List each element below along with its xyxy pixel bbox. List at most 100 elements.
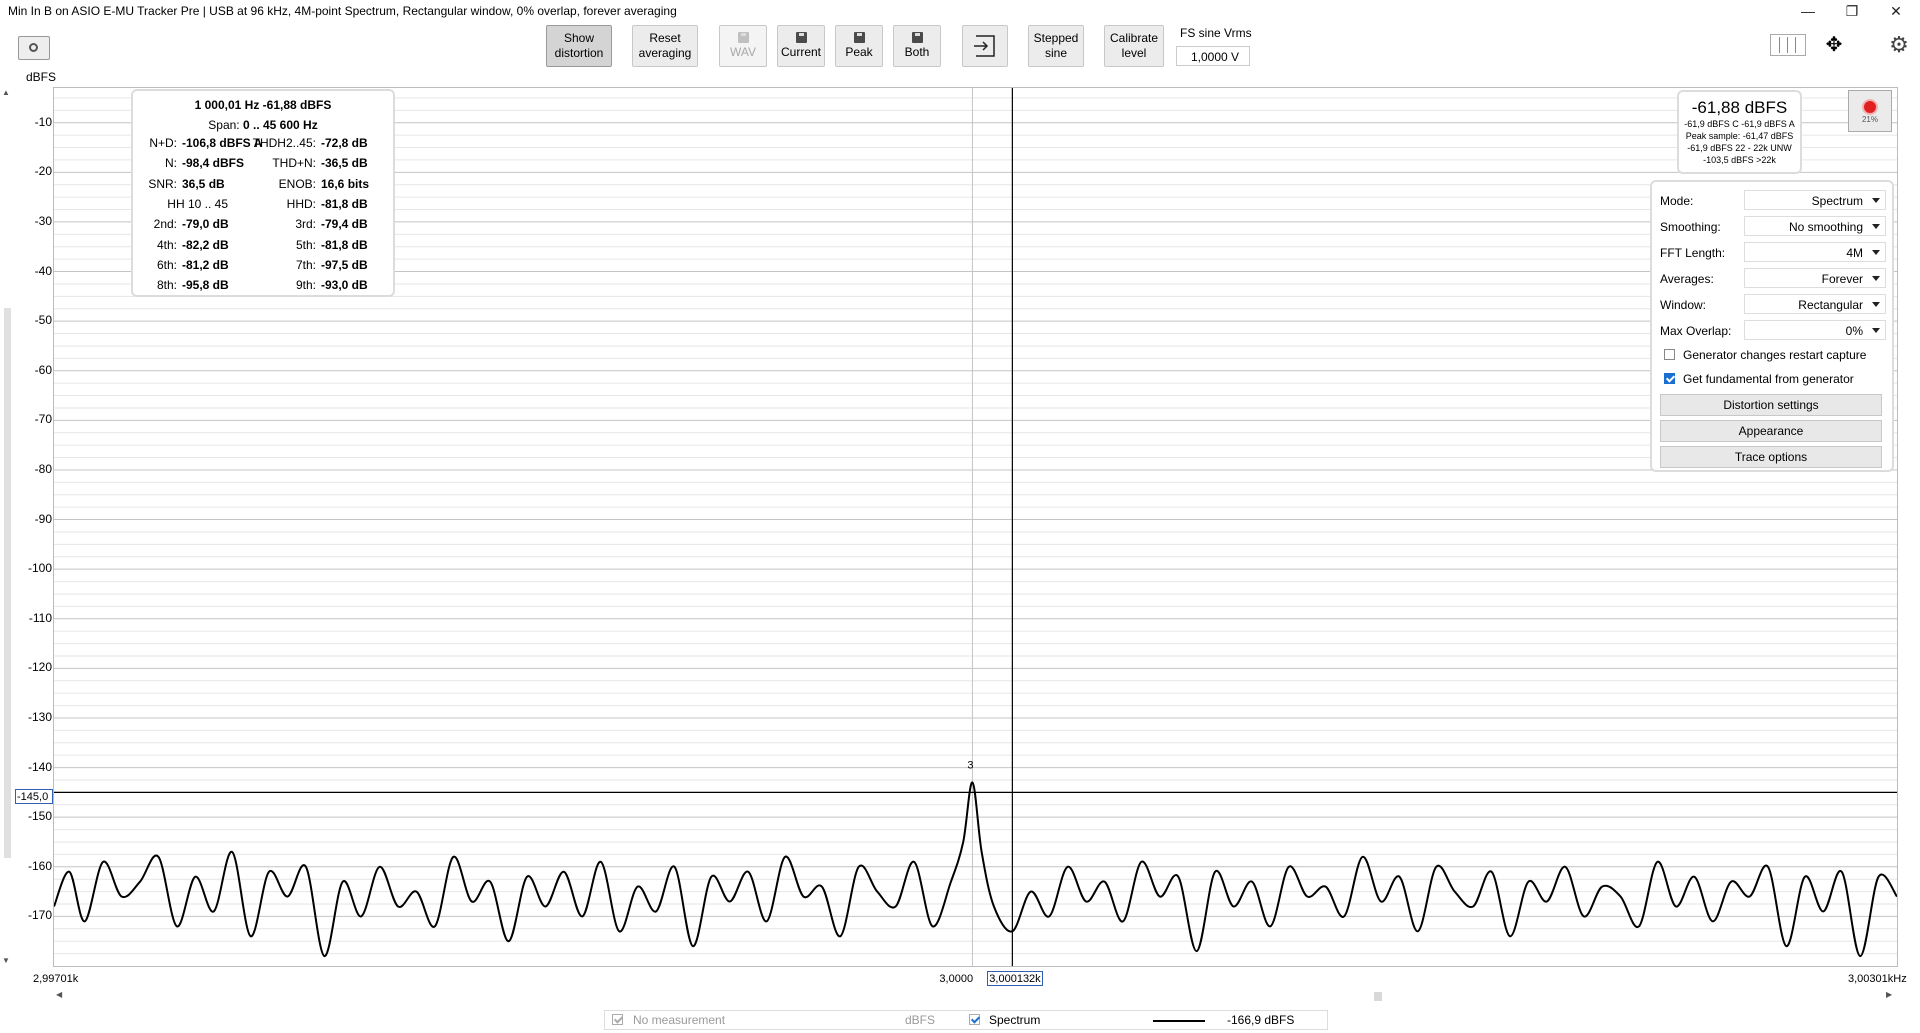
- readout-label: SNR:: [148, 176, 177, 191]
- setting-dropdown[interactable]: Rectangular: [1744, 294, 1886, 314]
- setting-label: Window:: [1660, 298, 1707, 312]
- y-tick-label: -60: [34, 362, 52, 377]
- save-both-button[interactable]: Both: [893, 25, 941, 67]
- x-tick-label: 3,0000: [939, 973, 974, 985]
- y-tick-label: -90: [34, 511, 52, 526]
- toolbar: Show distortion Reset averaging WAV Curr…: [0, 22, 1920, 76]
- save-current-button[interactable]: Current: [777, 25, 825, 67]
- level-line-2: Peak sample: -61,47 dBFS: [1685, 131, 1794, 141]
- scroll-up-icon[interactable]: ▲: [2, 88, 10, 97]
- y-tick-label: -110: [28, 610, 52, 625]
- readout-value: -95,8 dB: [182, 278, 229, 293]
- settings-button-trace-options[interactable]: Trace options: [1660, 446, 1882, 468]
- readout-row: N+D: -106,8 dBFS A THDH2..45: -72,8 dB: [133, 136, 393, 154]
- readout-row: 6th: -81,2 dB 7th: -97,5 dB: [133, 258, 393, 276]
- checkbox-label: Generator changes restart capture: [1683, 348, 1867, 362]
- fs-sine-input[interactable]: 1,0000 V: [1176, 46, 1250, 66]
- readout-label: 3rd:: [295, 217, 316, 232]
- setting-dropdown[interactable]: 4M: [1744, 242, 1886, 262]
- vertical-scrollbar[interactable]: ▲ ▼: [2, 88, 12, 968]
- setting-dropdown[interactable]: Forever: [1744, 268, 1886, 288]
- scroll-left-icon[interactable]: ◀: [56, 990, 62, 999]
- save-icon: [853, 32, 865, 43]
- setting-dropdown[interactable]: No smoothing: [1744, 216, 1886, 236]
- chevron-down-icon: [1872, 250, 1880, 255]
- checkbox[interactable]: [1664, 349, 1675, 360]
- close-button[interactable]: ✕: [1874, 0, 1918, 22]
- spectrum-trace: [54, 781, 1897, 958]
- readout-label: THD+N:: [272, 156, 316, 171]
- reset-averaging-button[interactable]: Reset averaging: [632, 25, 698, 67]
- setting-row: Smoothing: No smoothing: [1660, 216, 1886, 238]
- setting-label: Averages:: [1660, 272, 1714, 286]
- setting-label: Mode:: [1660, 194, 1694, 208]
- cursor-x-readout[interactable]: 3,000132k: [987, 971, 1043, 986]
- restore-button[interactable]: ❐: [1830, 0, 1874, 22]
- legend-unit: dBFS: [905, 1013, 936, 1027]
- readout-label: 6th:: [156, 257, 177, 272]
- calibrate-level-button[interactable]: Calibrate level: [1104, 25, 1164, 67]
- legend-bar: No measurement dBFS Spectrum -166,9 dBFS: [604, 1010, 1328, 1030]
- setting-label: Smoothing:: [1660, 220, 1721, 234]
- gear-icon[interactable]: ⚙: [1886, 32, 1912, 58]
- setting-row: Averages: Forever: [1660, 268, 1886, 290]
- record-button[interactable]: 21%: [1848, 90, 1892, 132]
- readout-label: 2nd:: [153, 217, 177, 232]
- chevron-down-icon: [1872, 224, 1880, 229]
- readout-row: 8th: -95,8 dB 9th: -93,0 dB: [133, 278, 393, 296]
- readout-row: 4th: -82,2 dB 5th: -81,8 dB: [133, 238, 393, 256]
- horizontal-scrollbar[interactable]: ◀ ▶: [56, 990, 1896, 1002]
- y-tick-label: -40: [34, 263, 52, 278]
- readout-span: Span: 0 .. 45 600 Hz: [208, 118, 318, 132]
- zoom-fit-icon[interactable]: ✥: [1814, 32, 1854, 58]
- chevron-down-icon: [1872, 276, 1880, 281]
- readout-label: 5th:: [295, 237, 316, 252]
- scroll-right-icon[interactable]: ▶: [1886, 990, 1892, 999]
- y-tick-label: -120: [27, 660, 52, 675]
- readout-label: ENOB:: [278, 176, 316, 191]
- readout-value: -72,8 dB: [321, 136, 368, 150]
- show-distortion-button[interactable]: Show distortion: [546, 25, 612, 67]
- cursor-y-readout[interactable]: -145,0: [15, 789, 53, 804]
- export-button[interactable]: [962, 25, 1008, 67]
- wav-save-button[interactable]: WAV: [719, 25, 767, 67]
- readout-value: -97,5 dB: [321, 257, 368, 272]
- setting-dropdown[interactable]: Spectrum: [1744, 190, 1886, 210]
- y-tick-label: -130: [27, 709, 52, 724]
- scrollbar-thumb[interactable]: [4, 308, 11, 858]
- readout-value: -82,2 dB: [182, 237, 229, 252]
- setting-label: FFT Length:: [1660, 246, 1726, 260]
- save-peak-button[interactable]: Peak: [835, 25, 883, 67]
- settings-button-distortion-settings[interactable]: Distortion settings: [1660, 394, 1882, 416]
- setting-dropdown[interactable]: 0%: [1744, 320, 1886, 340]
- stepped-sine-button[interactable]: Stepped sine: [1028, 25, 1084, 67]
- setting-checkbox-row[interactable]: Get fundamental from generator: [1660, 370, 1886, 390]
- peak-marker-label: 3: [967, 759, 973, 771]
- readout-value: -81,8 dB: [321, 237, 368, 252]
- readout-value: 36,5 dB: [182, 176, 225, 191]
- scroll-down-icon[interactable]: ▼: [2, 956, 10, 965]
- y-tick-label: -170: [27, 908, 52, 923]
- setting-row: Window: Rectangular: [1660, 294, 1886, 316]
- checkbox[interactable]: [1664, 373, 1675, 384]
- hscroll-thumb[interactable]: [1374, 992, 1382, 1001]
- readout-value: 16,6 bits: [321, 176, 370, 191]
- setting-row: FFT Length: 4M: [1660, 242, 1886, 264]
- spectrum-checkbox[interactable]: [969, 1014, 980, 1025]
- level-meter: -61,88 dBFS -61,9 dBFS C -61,9 dBFS A Pe…: [1677, 90, 1802, 174]
- minimize-button[interactable]: —: [1786, 0, 1830, 22]
- distortion-readout: 1 000,01 Hz -61,88 dBFS Span: 0 .. 45 60…: [131, 89, 395, 297]
- setting-checkbox-row[interactable]: Generator changes restart capture: [1660, 346, 1886, 366]
- readout-label: 9th:: [295, 278, 316, 293]
- readout-label: THDH2..45:: [252, 136, 316, 150]
- camera-icon[interactable]: [18, 36, 50, 60]
- settings-button-appearance[interactable]: Appearance: [1660, 420, 1882, 442]
- chevron-down-icon: [1872, 198, 1880, 203]
- y-tick-label: -50: [34, 313, 52, 328]
- no-measurement-checkbox[interactable]: [612, 1014, 623, 1025]
- layout-icon[interactable]: [1770, 34, 1806, 56]
- save-icon: [911, 32, 923, 43]
- y-tick-label: -150: [27, 809, 52, 824]
- level-line-1: -61,9 dBFS C -61,9 dBFS A: [1684, 119, 1795, 129]
- readout-label: 7th:: [295, 257, 316, 272]
